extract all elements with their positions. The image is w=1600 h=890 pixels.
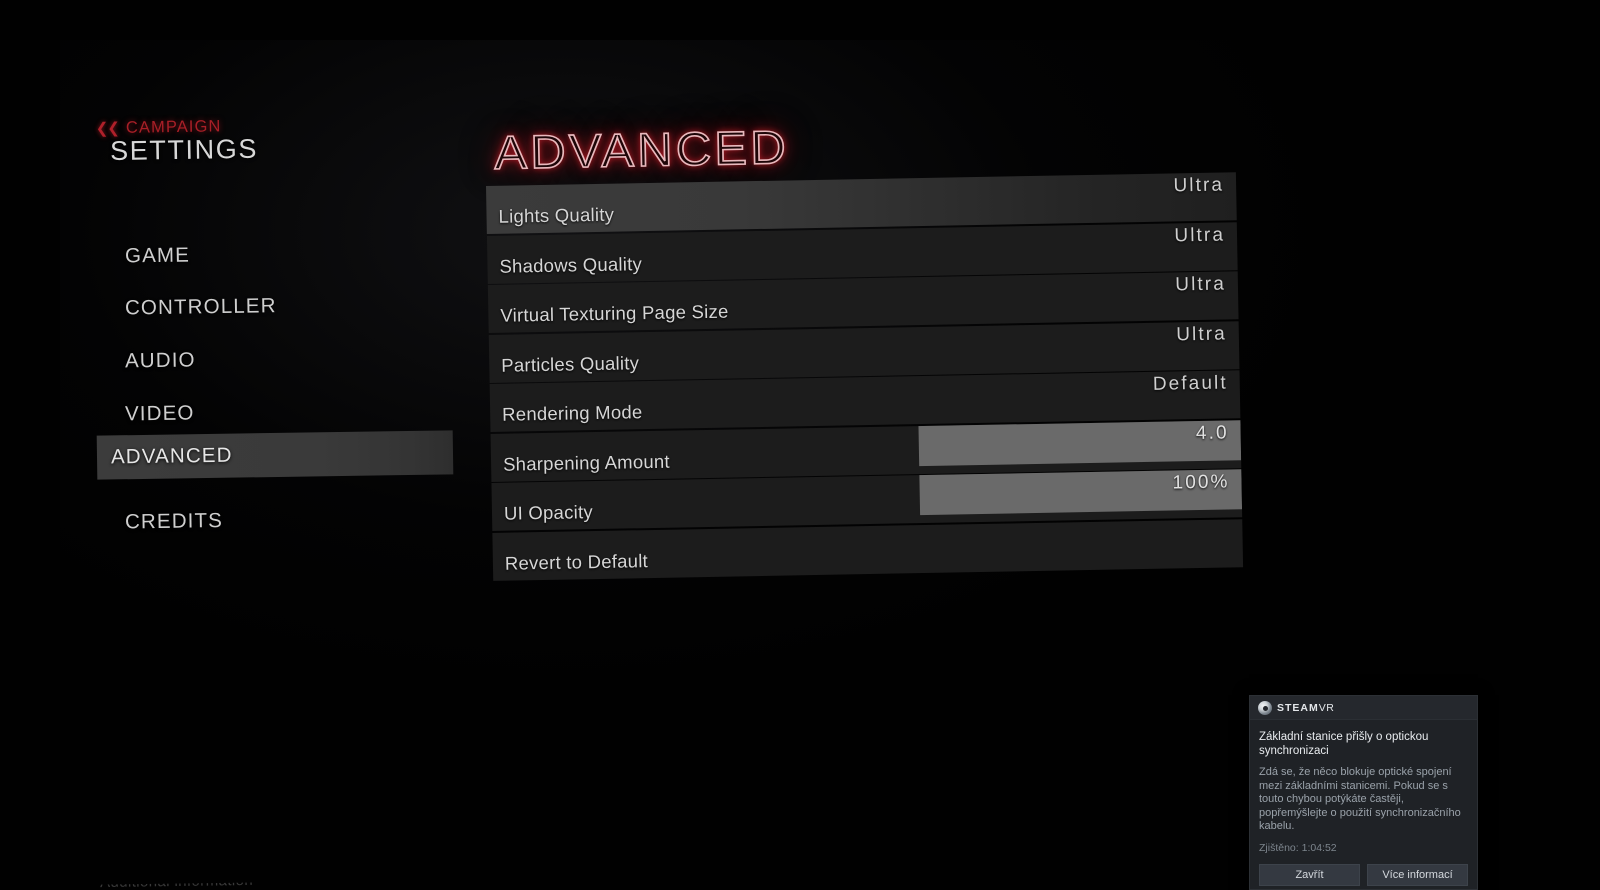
sidebar-item-label: GAME <box>124 243 191 268</box>
settings-sidebar: GAME CONTROLLER AUDIO VIDEO ADVANCED CREDITS <box>0 0 520 890</box>
sidebar-item-label: AUDIO <box>124 348 196 373</box>
setting-label: Rendering Mode <box>501 401 643 425</box>
sidebar-item-video[interactable]: VIDEO <box>111 387 468 436</box>
steamvr-app-name: STEAMVR <box>1277 701 1335 714</box>
sidebar-item-label: CONTROLLER <box>124 294 277 320</box>
sidebar-item-label: ADVANCED <box>110 443 233 469</box>
setting-value[interactable]: Ultra <box>1176 323 1227 346</box>
steamvr-app-suffix: VR <box>1318 701 1335 714</box>
setting-value[interactable]: Default <box>1153 372 1228 395</box>
setting-label: Virtual Texturing Page Size <box>500 300 729 326</box>
notification-timestamp: Zjištěno: 1:04:52 <box>1259 841 1337 854</box>
setting-label: Revert to Default <box>504 549 649 574</box>
steamvr-notification-body: Základní stanice přišly o optickou synch… <box>1250 720 1477 886</box>
setting-label: Particles Quality <box>501 351 640 376</box>
steam-logo-icon <box>1258 700 1272 715</box>
notification-description: Zdá se, že něco blokuje optické spojení … <box>1259 766 1461 832</box>
steamvr-notification[interactable]: STEAMVR Základní stanice přišly o optick… <box>1249 695 1478 890</box>
setting-label: Shadows Quality <box>499 252 643 277</box>
game-settings-screen: ❮❮ CAMPAIGN SETTINGS GAME CONTROLLER AUDIO… <box>0 0 1600 890</box>
sidebar-item-credits[interactable]: CREDITS <box>111 495 468 544</box>
page-title: ADVANCED <box>493 119 790 179</box>
setting-label: Lights Quality <box>498 203 615 227</box>
notification-more-info-button[interactable]: Více informací <box>1367 863 1468 886</box>
sidebar-item-controller[interactable]: CONTROLLER <box>111 281 468 330</box>
setting-value[interactable]: 4.0 <box>1196 422 1229 445</box>
setting-label: Sharpening Amount <box>502 450 671 475</box>
setting-value[interactable]: Ultra <box>1173 174 1224 197</box>
notification-title: Základní stanice přišly o optickou synch… <box>1259 731 1429 757</box>
notification-actions: Zavřít Více informací <box>1259 863 1468 886</box>
setting-value[interactable]: Ultra <box>1174 224 1225 247</box>
notification-close-button[interactable]: Zavřít <box>1259 863 1360 886</box>
setting-value[interactable]: 100% <box>1172 471 1229 494</box>
sidebar-item-advanced[interactable]: ADVANCED <box>96 430 454 480</box>
slider-fill[interactable] <box>918 419 1242 466</box>
sidebar-item-label: VIDEO <box>124 401 195 426</box>
sidebar-item-label: CREDITS <box>124 508 224 534</box>
settings-list: Lights Quality Ultra Shadows Quality Ultra V… <box>486 172 1244 582</box>
steamvr-notification-header: STEAMVR <box>1250 696 1477 720</box>
sidebar-item-game[interactable]: GAME <box>111 229 468 278</box>
setting-value[interactable]: Ultra <box>1175 273 1226 296</box>
sidebar-item-audio[interactable]: AUDIO <box>111 334 468 383</box>
setting-label: UI Opacity <box>503 501 594 524</box>
